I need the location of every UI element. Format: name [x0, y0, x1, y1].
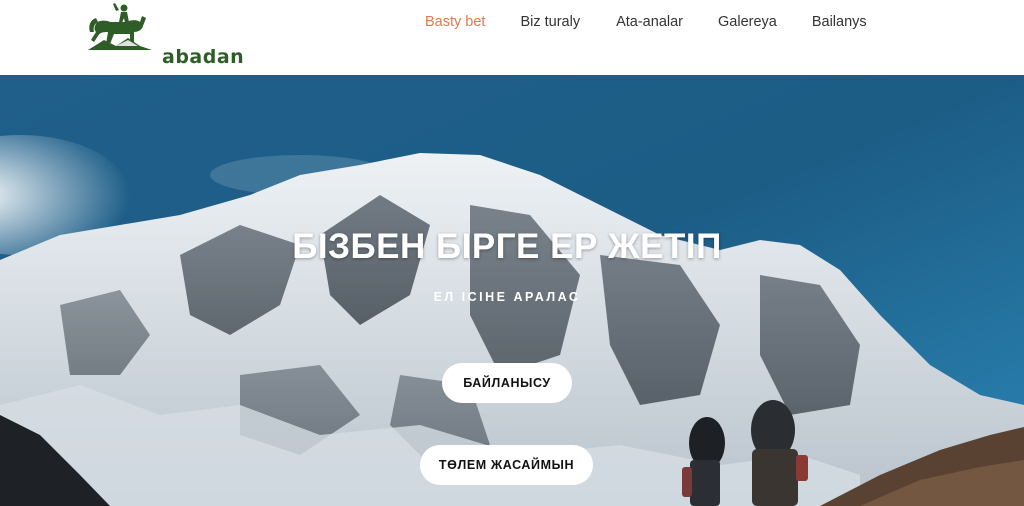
payment-button[interactable]: ТӨЛЕМ ЖАСАЙМЫН [420, 445, 593, 485]
logo-text: abadan [162, 46, 245, 68]
hero-title: БІЗБЕН БІРГЕ ЕР ЖЕТІП [292, 227, 722, 266]
hero-subtitle: ЕЛ ІСІНЕ АРАЛАС [433, 290, 581, 304]
main-nav: Basty bet Biz turaly Ata-analar Galereya… [420, 14, 867, 34]
contact-button[interactable]: БАЙЛАНЫСУ [442, 363, 572, 403]
site-header: abadan Basty bet Biz turaly Ata-analar G… [0, 0, 1024, 75]
logo[interactable]: abadan [80, 2, 244, 70]
nav-item-contact[interactable]: Bailanys [812, 14, 867, 34]
horse-rider-icon [88, 3, 152, 50]
nav-item-parents[interactable]: Ata-analar [616, 14, 683, 34]
nav-item-about[interactable]: Biz turaly [520, 14, 580, 34]
hero-section: БІЗБЕН БІРГЕ ЕР ЖЕТІП ЕЛ ІСІНЕ АРАЛАС БА… [0, 75, 1024, 506]
nav-item-gallery[interactable]: Galereya [718, 14, 777, 34]
nav-item-home[interactable]: Basty bet [425, 14, 485, 34]
